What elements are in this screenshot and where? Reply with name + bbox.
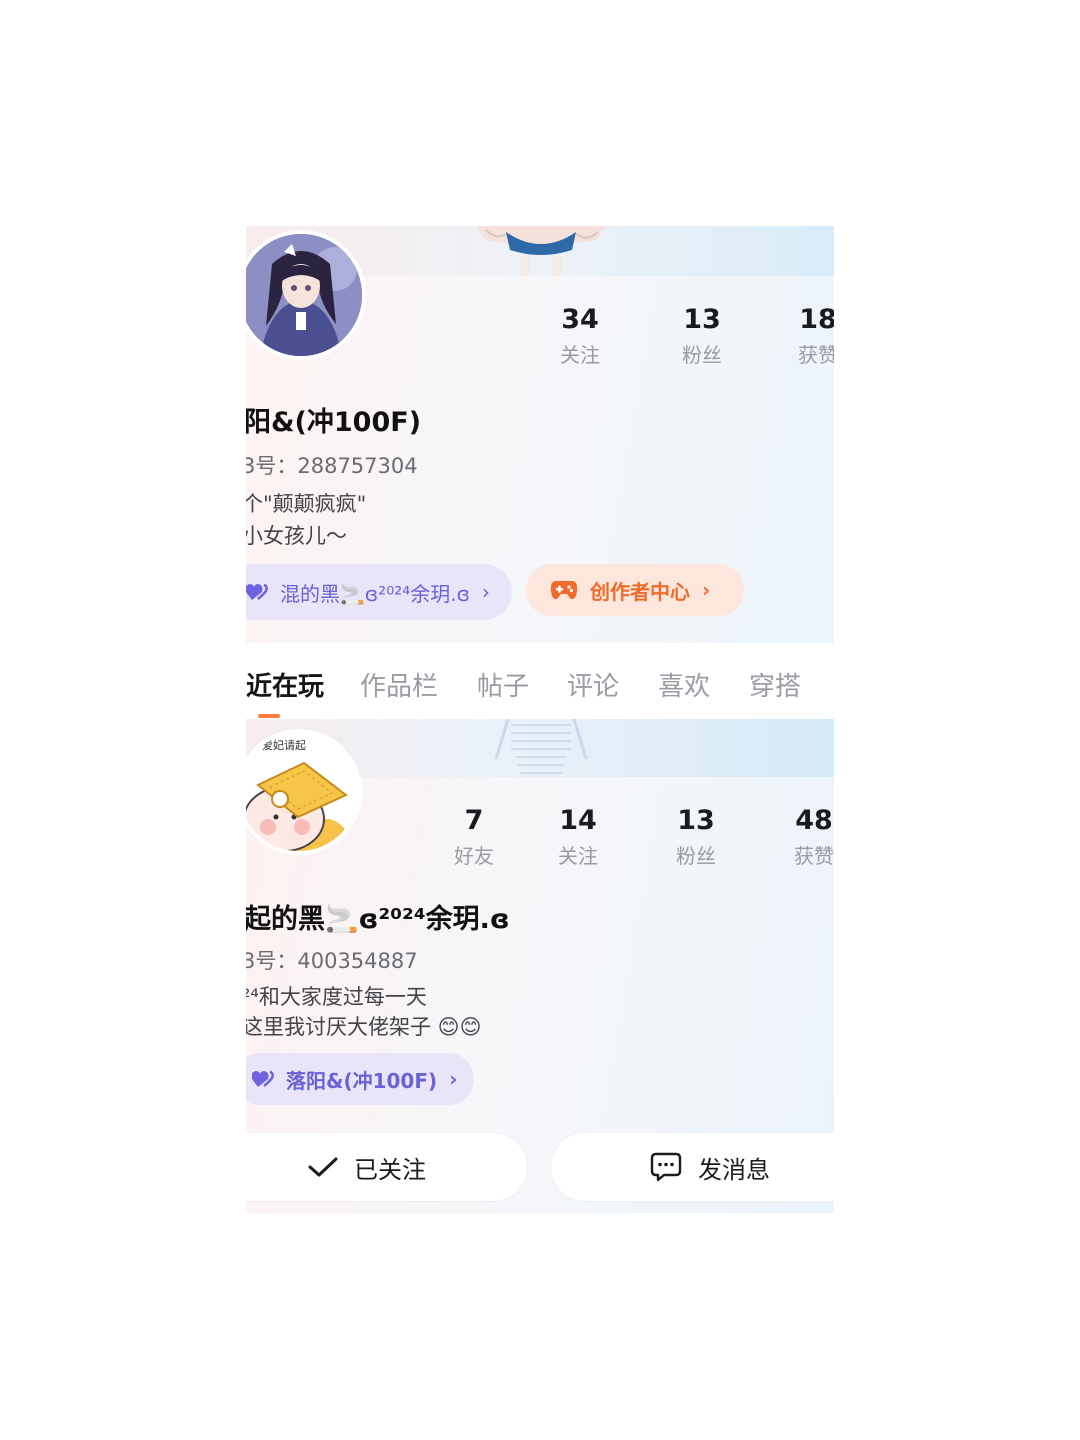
profile-uid[interactable]: 3号：288757304 [246,450,418,480]
profile-bio-line-1: ²⁴和大家度过每一天 [246,985,427,1009]
stat-fans-count: 13 [677,805,715,836]
stat-fans-label: 粉丝 [682,343,722,367]
stat-friends-label: 好友 [454,844,494,868]
creator-center-button[interactable]: 创作者中心 › [526,564,744,616]
check-icon [308,1156,338,1178]
stat-likes[interactable]: 48 获赞 [754,805,834,869]
stat-likes-count: 18 [799,304,834,335]
chevron-right-icon: › [702,578,711,602]
avatar-anime-girl-image [246,234,362,356]
avatar-cartoon-image: 爱妃请起 [246,733,358,851]
banner-character-image [476,226,606,276]
profile-card-bottom: 爱妃请起 7 好友 14 关注 13 粉丝 48 获赞 起的黑🚬ɞ²⁰²⁴余玥.… [246,719,834,1213]
profile-tabs: 近在玩 作品栏 帖子 评论 喜欢 穿搭 [246,648,834,718]
stat-likes-label: 获赞 [794,844,834,868]
stat-friends[interactable]: 7 好友 [414,805,534,869]
profile-bio-line-1: 个"颠颠疯疯" [246,492,367,516]
profile-card-top: 34 关注 13 粉丝 18 获赞 阳&(冲100F) 3号：288757304… [246,226,834,643]
stat-following-count: 34 [561,304,599,335]
double-heart-icon [246,583,268,600]
followed-button[interactable]: 已关注 [246,1132,528,1202]
tab-works[interactable]: 作品栏 [360,666,438,703]
gamepad-icon [550,581,578,600]
stat-fans-count: 13 [683,304,721,335]
tab-comments[interactable]: 评论 [567,666,619,703]
send-message-button[interactable]: 发消息 [550,1132,834,1202]
double-heart-icon [252,1070,274,1087]
stat-likes-count: 48 [795,805,833,836]
tab-posts[interactable]: 帖子 [477,666,529,703]
avatar-caption: 爱妃请起 [262,738,306,752]
banner-figure-image [494,719,588,774]
tab-recently-played[interactable]: 近在玩 [246,666,324,703]
stat-following[interactable]: 14 关注 [518,805,638,869]
chevron-right-icon: › [481,580,490,604]
stat-fans[interactable]: 13 粉丝 [636,805,756,869]
creator-center-label: 创作者中心 [590,579,690,604]
stat-fans[interactable]: 13 粉丝 [642,304,762,368]
stat-following-label: 关注 [558,844,598,868]
active-tab-indicator [258,714,280,718]
couple-link-label: 落阳&(冲100F) [286,1068,438,1093]
couple-link-pill[interactable]: 落阳&(冲100F) › [246,1053,474,1105]
stat-following-label: 关注 [560,343,600,367]
followed-button-label: 已关注 [354,1155,426,1184]
avatar[interactable] [246,230,366,360]
couple-link-pill[interactable]: 混的黑🚬ɞ²⁰²⁴余玥.ɞ › [246,564,512,620]
stat-likes[interactable]: 18 获赞 [758,304,834,368]
profile-bio-line-2: 这里我讨厌大佬架子 😊😊 [246,1015,482,1039]
profile-uid[interactable]: 3号：400354887 [246,945,418,975]
stat-likes-label: 获赞 [798,343,834,367]
stat-following[interactable]: 34 关注 [520,304,640,368]
send-message-label: 发消息 [698,1155,770,1184]
stat-friends-count: 7 [464,805,484,836]
chevron-right-icon: › [449,1067,458,1091]
tab-outfits[interactable]: 穿搭 [749,666,801,703]
tab-likes[interactable]: 喜欢 [658,666,710,703]
profile-name: 阳&(冲100F) [246,407,422,438]
stat-following-count: 14 [559,805,597,836]
stat-fans-label: 粉丝 [676,844,716,868]
profile-bio-line-2: 小女孩儿～ [246,524,347,548]
avatar[interactable]: 爱妃请起 [246,729,362,855]
profile-name: 起的黑🚬ɞ²⁰²⁴余玥.ɞ [246,904,510,935]
chat-bubble-icon [650,1151,682,1183]
couple-link-label: 混的黑🚬ɞ²⁰²⁴余玥.ɞ [280,581,470,606]
